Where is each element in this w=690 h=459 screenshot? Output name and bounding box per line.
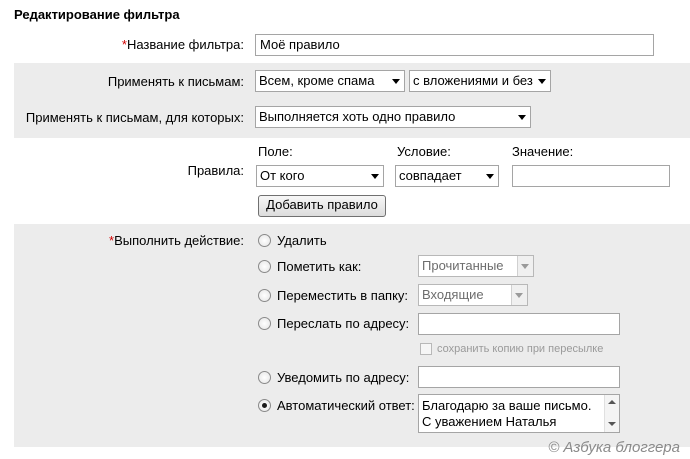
rule-condition-value: совпадает [399, 168, 462, 183]
page-title: Редактирование фильтра [14, 7, 180, 22]
attachments-select[interactable]: с вложениями и без [409, 70, 551, 92]
action-label: *Выполнить действие: [109, 233, 244, 248]
chevron-down-icon [518, 115, 526, 120]
forward-radio[interactable] [258, 317, 271, 330]
move-folder-value: Входящие [422, 287, 484, 302]
action-label-text: Выполнить действие: [114, 233, 244, 248]
move-folder-select[interactable]: Входящие [418, 284, 528, 306]
save-copy-label: сохранить копию при пересылке [437, 343, 604, 355]
mark-as-value: Прочитанные [422, 258, 504, 273]
apply-to-label: Применять к письмам: [107, 74, 244, 89]
autoreply-line-2: С уважением Наталья [422, 414, 557, 429]
mark-as-label: Пометить как: [277, 259, 362, 274]
notify-label: Уведомить по адресу: [277, 370, 410, 385]
apply-when-value: Выполняется хоть одно правило [259, 109, 456, 124]
move-label: Переместить в папку: [277, 288, 409, 303]
autoreply-line-1: Благодарю за ваше письмо. [422, 398, 592, 413]
autoreply-label: Автоматический ответ: [277, 398, 415, 413]
filter-name-label-text: Название фильтра: [126, 37, 244, 52]
rule-field-value: От кого [260, 168, 305, 183]
add-rule-button[interactable]: Добавить правило [258, 195, 386, 217]
attachments-value: с вложениями и без [413, 73, 533, 88]
filter-name-input[interactable]: Моё правило [255, 34, 654, 56]
scroll-up-icon[interactable] [608, 400, 616, 404]
autoreply-textarea[interactable]: Благодарю за ваше письмо. С уважением На… [418, 394, 620, 433]
chevron-down-icon [392, 79, 400, 84]
delete-radio[interactable] [258, 234, 271, 247]
apply-scope-value: Всем, кроме спама [259, 73, 375, 88]
apply-scope-select[interactable]: Всем, кроме спама [255, 70, 405, 92]
chevron-down-icon [371, 174, 379, 179]
mark-as-radio[interactable] [258, 260, 271, 273]
rules-col-condition: Условие: [397, 144, 451, 159]
rule-field-select[interactable]: От кого [256, 165, 384, 187]
chevron-down-icon [521, 264, 529, 269]
scroll-down-icon[interactable] [608, 422, 616, 426]
save-copy-checkbox[interactable] [420, 343, 432, 355]
rule-value-input[interactable] [512, 165, 670, 187]
radio-selected-dot [262, 403, 267, 408]
delete-label: Удалить [277, 233, 327, 248]
chevron-down-icon [538, 79, 546, 84]
rules-col-value: Значение: [512, 144, 574, 159]
rules-label: Правила: [187, 163, 244, 178]
apply-when-label: Применять к письмам, для которых: [25, 110, 244, 125]
forward-address-input[interactable] [418, 313, 620, 335]
chevron-down-icon [515, 293, 523, 298]
forward-label: Переслать по адресу: [277, 316, 410, 331]
chevron-down-icon [486, 174, 494, 179]
notify-address-input[interactable] [418, 366, 620, 388]
autoreply-radio[interactable] [258, 399, 271, 412]
notify-radio[interactable] [258, 371, 271, 384]
rules-col-field: Поле: [258, 144, 293, 159]
watermark: © Азбука блоггера [548, 439, 680, 456]
rule-condition-select[interactable]: совпадает [395, 165, 499, 187]
apply-when-select[interactable]: Выполняется хоть одно правило [255, 106, 531, 128]
textarea-scrollbar[interactable] [604, 395, 619, 432]
mark-as-select[interactable]: Прочитанные [418, 255, 534, 277]
filter-name-label: *Название фильтра: [122, 37, 244, 52]
move-radio[interactable] [258, 289, 271, 302]
